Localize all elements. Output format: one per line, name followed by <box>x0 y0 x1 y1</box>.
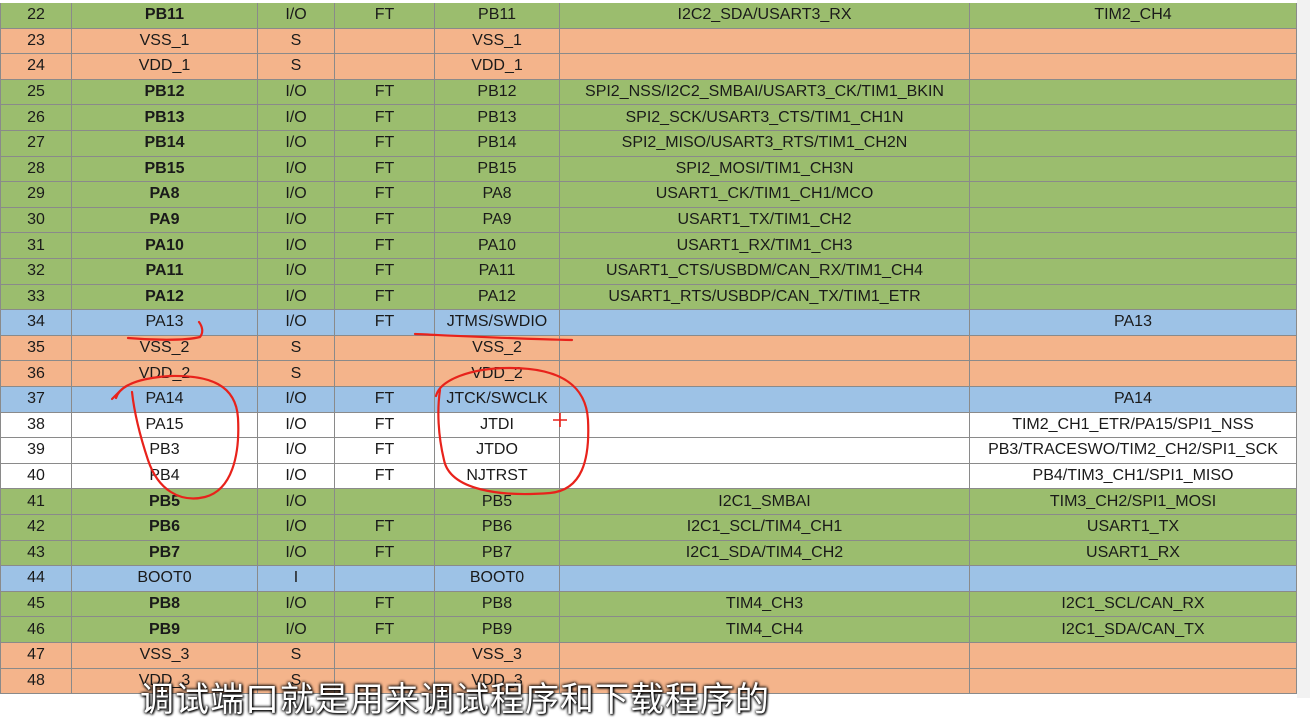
underline-jtms <box>413 332 574 342</box>
circle-left-pins <box>114 374 240 500</box>
underline-pa13 <box>126 320 204 341</box>
cursor-mark <box>553 413 567 427</box>
circle-right-pins <box>434 366 590 496</box>
red-annotations <box>110 320 590 500</box>
video-subtitle: 调试端口就是用来调试程序和下载程序的 <box>140 680 770 720</box>
